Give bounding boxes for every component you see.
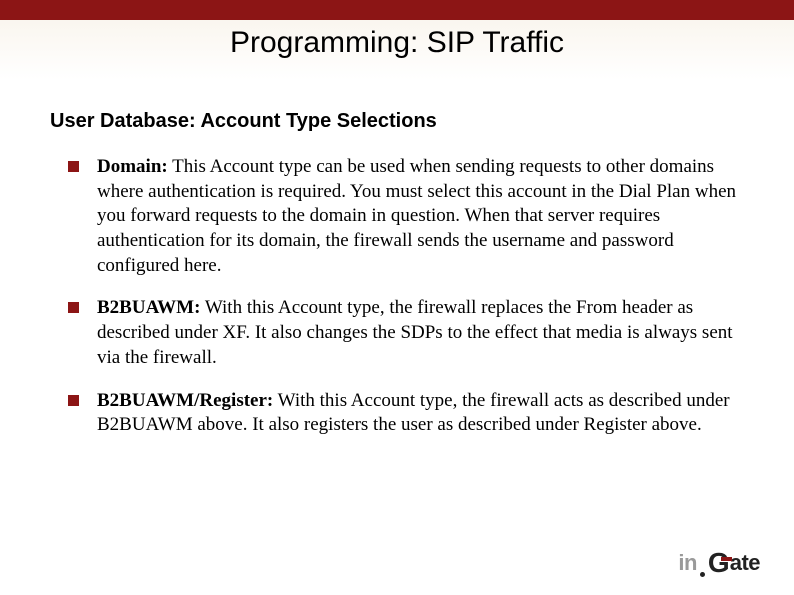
bullet-icon [68,161,79,172]
list-item: Domain: This Account type can be used wh… [50,155,744,278]
item-body: Domain: This Account type can be used wh… [97,155,744,278]
logo-dot-icon [700,572,705,577]
bullet-list: Domain: This Account type can be used wh… [50,155,744,438]
title-area: Programming: SIP Traffic [0,20,794,80]
bullet-icon [68,302,79,313]
slide: Programming: SIP Traffic User Database: … [0,0,794,595]
title-bar [0,0,794,20]
item-label: Domain: [97,156,168,177]
logo-part-in: in [678,550,697,576]
list-item: B2BUAWM/Register: With this Account type… [50,389,744,438]
content-area: User Database: Account Type Selections D… [0,80,794,438]
item-body: B2BUAWM/Register: With this Account type… [97,389,744,438]
slide-title: Programming: SIP Traffic [230,26,564,60]
subtitle: User Database: Account Type Selections [50,110,744,133]
list-item: B2BUAWM: With this Account type, the fir… [50,296,744,370]
item-body: B2BUAWM: With this Account type, the fir… [97,296,744,370]
item-text: This Account type can be used when sendi… [97,156,736,276]
logo-part-ate: ate [730,550,760,576]
item-label: B2BUAWM: [97,297,200,318]
bullet-icon [68,395,79,406]
logo-part-g: G [708,547,730,579]
item-label: B2BUAWM/Register: [97,390,273,411]
logo-ingate: in G ate [678,547,760,579]
